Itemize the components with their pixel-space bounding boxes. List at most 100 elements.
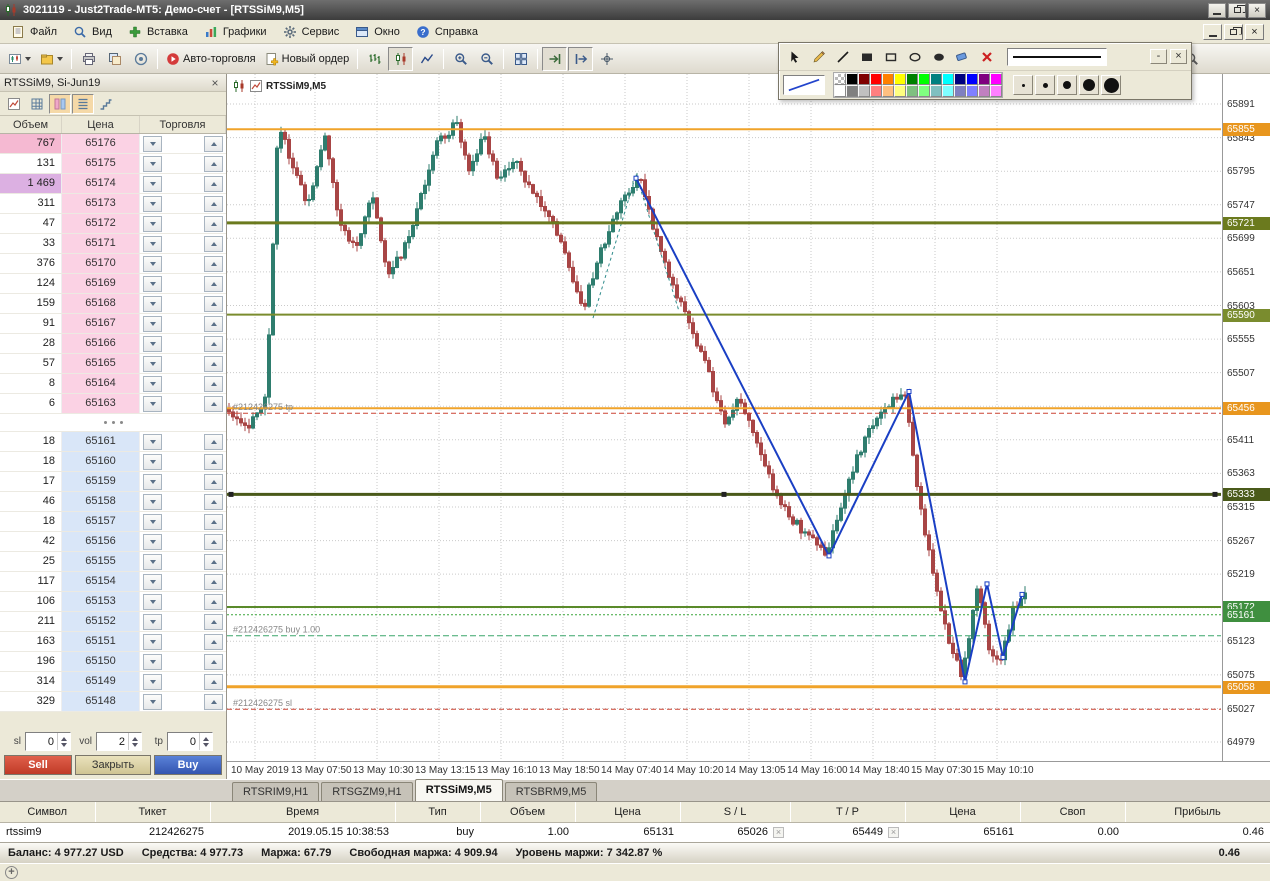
dom-buy-at-price-button[interactable] xyxy=(204,653,223,670)
spin-down-icon[interactable] xyxy=(132,742,138,747)
color-swatch[interactable] xyxy=(834,73,846,85)
dom-buy-at-price-button[interactable] xyxy=(204,693,223,710)
restore-button[interactable] xyxy=(1228,2,1246,18)
price-axis[interactable]: 65891 65843 65795 65747 65699 65651 65603 65555… xyxy=(1222,74,1270,761)
color-swatch[interactable] xyxy=(918,85,930,97)
color-swatch[interactable] xyxy=(990,73,1002,85)
dom-sell-at-price-button[interactable] xyxy=(143,473,162,490)
autoscroll-button[interactable] xyxy=(542,46,568,71)
dom-sell-at-price-button[interactable] xyxy=(143,453,162,470)
tp-value[interactable]: 0 xyxy=(168,736,199,748)
line-width-selector[interactable] xyxy=(1007,47,1107,66)
dom-buy-at-price-button[interactable] xyxy=(204,375,223,392)
dom-buy-at-price-button[interactable] xyxy=(204,395,223,412)
color-swatch[interactable] xyxy=(882,73,894,85)
dom-sell-at-price-button[interactable] xyxy=(143,613,162,630)
dom-sell-at-price-button[interactable] xyxy=(143,235,162,252)
tab-rtsgzm9-h1[interactable]: RTSGZM9,H1 xyxy=(321,782,413,801)
sell-button[interactable]: Sell xyxy=(4,755,72,775)
drawing-toolbar-minimize-button[interactable]: - xyxy=(1150,49,1167,64)
tile-windows-button[interactable] xyxy=(508,47,533,71)
dom-sell-at-price-button[interactable] xyxy=(143,433,162,450)
dom-buy-at-price-button[interactable] xyxy=(204,493,223,510)
vol-value[interactable]: 2 xyxy=(97,736,128,748)
tab-rtsbrm9-m5[interactable]: RTSBRM9,M5 xyxy=(504,782,598,801)
dom-sell-at-price-button[interactable] xyxy=(143,275,162,292)
positions-header-6[interactable]: Цена xyxy=(575,802,681,823)
pencil-tool-button[interactable] xyxy=(807,45,831,68)
dom-sell-at-price-button[interactable] xyxy=(143,533,162,550)
dom-sell-at-price-button[interactable] xyxy=(143,255,162,272)
ellipse-tool-button[interactable] xyxy=(903,45,927,68)
sl-value[interactable]: 0 xyxy=(26,736,57,748)
dom-buy-at-price-button[interactable] xyxy=(204,553,223,570)
dom-sell-at-price-button[interactable] xyxy=(143,673,162,690)
positions-header-11[interactable]: Прибыль xyxy=(1125,802,1270,823)
color-swatch[interactable] xyxy=(834,85,846,97)
dom-buy-at-price-button[interactable] xyxy=(204,355,223,372)
color-swatch[interactable] xyxy=(954,85,966,97)
dom-sell-at-price-button[interactable] xyxy=(143,135,162,152)
color-swatch[interactable] xyxy=(906,85,918,97)
chart-shift-button[interactable] xyxy=(568,46,594,71)
dom-sell-at-price-button[interactable] xyxy=(143,653,162,670)
color-swatch[interactable] xyxy=(966,73,978,85)
sl-stepper[interactable]: 0 xyxy=(25,732,71,751)
dom-sell-at-price-button[interactable] xyxy=(143,335,162,352)
dom-buy-at-price-button[interactable] xyxy=(204,235,223,252)
color-swatch[interactable] xyxy=(882,85,894,97)
close-button[interactable]: Закрыть xyxy=(75,755,151,775)
drawing-toolbar-close-button[interactable]: × xyxy=(1170,49,1187,64)
layers-button[interactable] xyxy=(102,47,127,71)
child-restore-button[interactable] xyxy=(1224,23,1243,40)
color-swatch[interactable] xyxy=(918,73,930,85)
dom-sell-at-price-button[interactable] xyxy=(143,513,162,530)
pen-size-button[interactable] xyxy=(1057,75,1077,95)
dom-sell-at-price-button[interactable] xyxy=(143,195,162,212)
dom-sell-at-price-button[interactable] xyxy=(143,573,162,590)
spin-up-icon[interactable] xyxy=(61,736,67,741)
crosshair-tool-button[interactable] xyxy=(594,47,619,71)
line-style-selector[interactable] xyxy=(783,75,825,95)
chart-canvas[interactable]: #212426275 tp #212426275 buy 1.00 #2124262… xyxy=(227,74,1221,761)
color-swatch[interactable] xyxy=(966,85,978,97)
color-swatch[interactable] xyxy=(894,85,906,97)
spin-up-icon[interactable] xyxy=(203,736,209,741)
printer-button[interactable] xyxy=(76,47,101,71)
dom-sell-at-price-button[interactable] xyxy=(143,395,162,412)
dom-buy-at-price-button[interactable] xyxy=(204,673,223,690)
dom-buy-at-price-button[interactable] xyxy=(204,453,223,470)
delete-tool-button[interactable] xyxy=(975,45,999,68)
dom-buy-at-price-button[interactable] xyxy=(204,195,223,212)
dom-sell-at-price-button[interactable] xyxy=(143,375,162,392)
pen-size-button[interactable] xyxy=(1079,75,1099,95)
profiles-button[interactable] xyxy=(36,47,67,71)
dom-buy-at-price-button[interactable] xyxy=(204,533,223,550)
menu-service[interactable]: Сервис xyxy=(275,22,348,42)
time-axis[interactable]: 10 May 2019 13 May 07:50 13 May 10:30 13 Ma… xyxy=(227,761,1270,779)
dom-buy-at-price-button[interactable] xyxy=(204,135,223,152)
dom-buy-at-price-button[interactable] xyxy=(204,275,223,292)
menu-help[interactable]: ? Справка xyxy=(408,22,486,42)
positions-header-4[interactable]: Тип xyxy=(395,802,481,823)
depth-view-button[interactable] xyxy=(49,93,71,114)
menu-charts[interactable]: Графики xyxy=(196,22,275,42)
color-swatch[interactable] xyxy=(990,85,1002,97)
remove-tp-icon[interactable]: × xyxy=(888,827,899,838)
grid-button[interactable] xyxy=(26,94,48,114)
tp-stepper[interactable]: 0 xyxy=(167,732,213,751)
color-swatch[interactable] xyxy=(894,73,906,85)
positions-header-3[interactable]: Время xyxy=(210,802,396,823)
tab-rtsrim9-h1[interactable]: RTSRIM9,H1 xyxy=(232,782,320,801)
dom-sell-at-price-button[interactable] xyxy=(143,295,162,312)
color-swatch[interactable] xyxy=(846,73,858,85)
dom-sell-at-price-button[interactable] xyxy=(143,553,162,570)
steps-button[interactable] xyxy=(95,94,117,114)
dom-buy-at-price-button[interactable] xyxy=(204,573,223,590)
zoom-in-button[interactable] xyxy=(448,47,473,71)
menu-window[interactable]: Окно xyxy=(347,22,408,42)
zoom-out-button[interactable] xyxy=(474,47,499,71)
spin-up-icon[interactable] xyxy=(132,736,138,741)
dom-sell-at-price-button[interactable] xyxy=(143,155,162,172)
ellipse-filled-tool-button[interactable] xyxy=(927,45,951,68)
